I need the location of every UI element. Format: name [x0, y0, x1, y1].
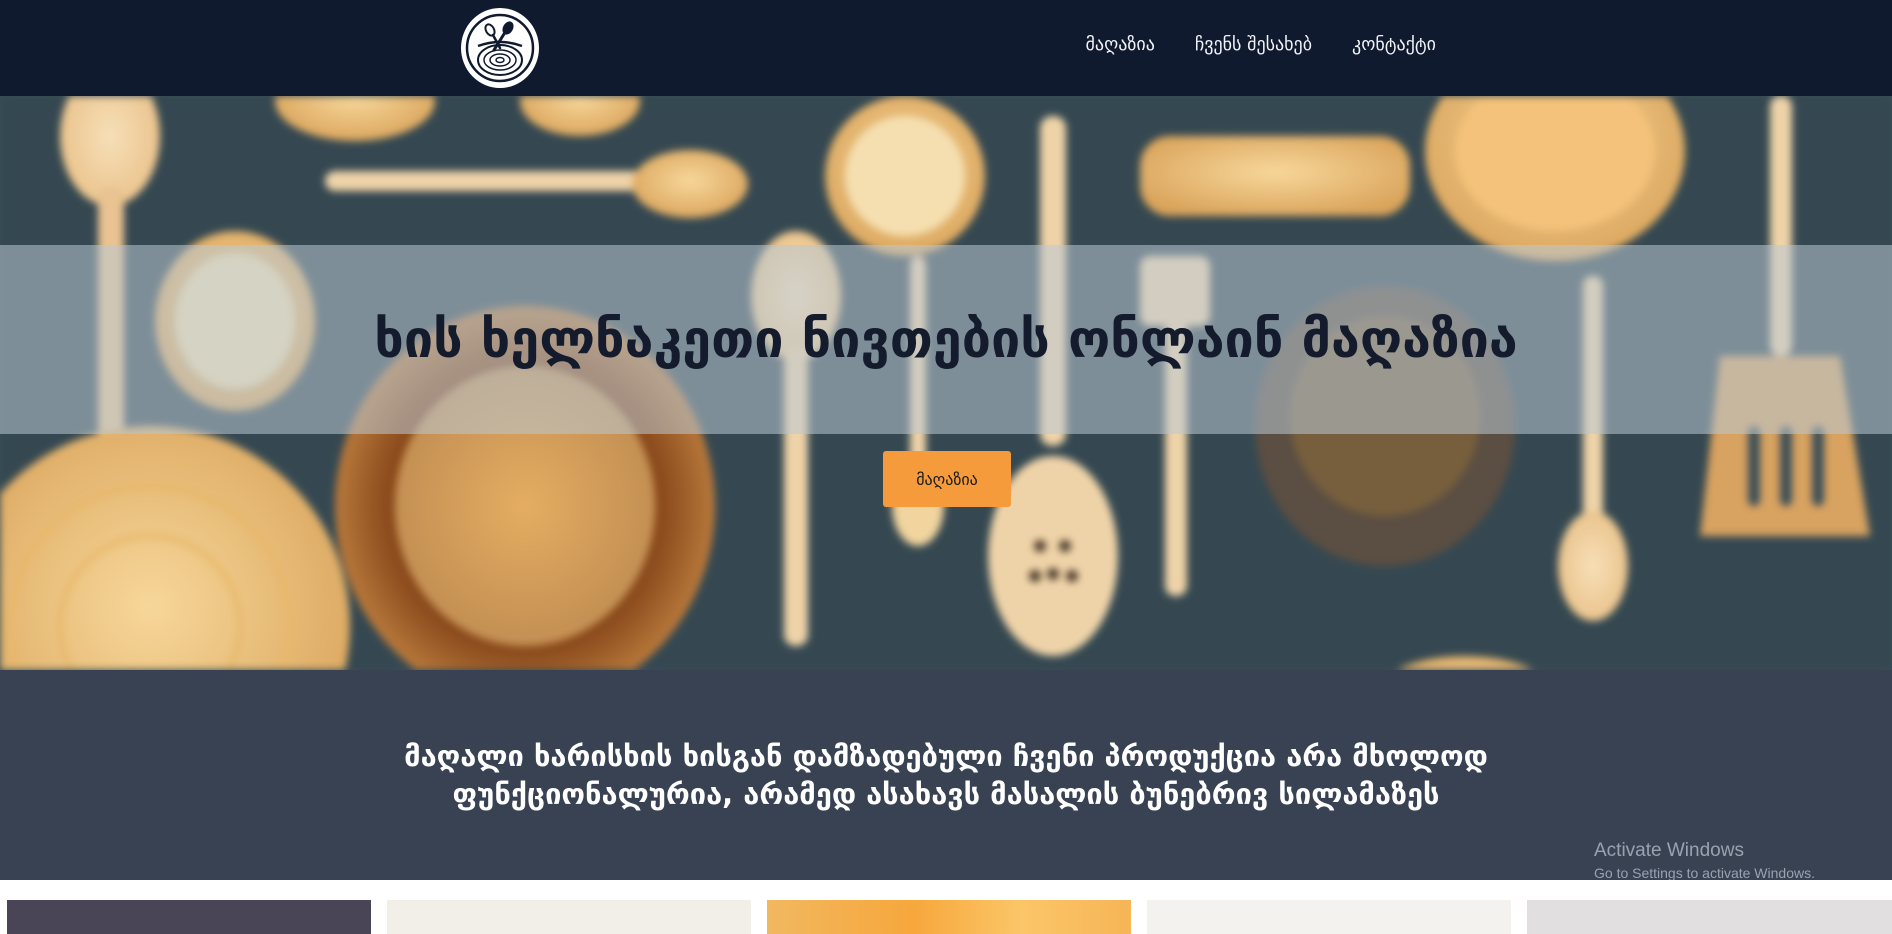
hero-shop-button[interactable]: მაღაზია [883, 451, 1011, 507]
watermark-title: Activate Windows [1594, 840, 1744, 861]
product-card-image[interactable] [1527, 900, 1892, 934]
tagline-text: მაღალი ხარისხის ხისგან დამზადებული ჩვენი… [0, 737, 1892, 813]
top-navbar: მაღაზია ჩვენს შესახებ კონტაქტი [0, 0, 1892, 96]
nav-link-contact[interactable]: კონტაქტი [1352, 34, 1436, 55]
nav-link-about[interactable]: ჩვენს შესახებ [1195, 34, 1312, 55]
main-nav: მაღაზია ჩვენს შესახებ კონტაქტი [1086, 34, 1436, 55]
hero-title: ხის ხელნაკეთი ნივთების ონლაინ მაღაზია [374, 309, 1518, 370]
tagline-section: მაღალი ხარისხის ხისგან დამზადებული ჩვენი… [0, 670, 1892, 881]
wood-bowl-spoon-logo-icon [465, 13, 535, 83]
product-card-image[interactable] [1147, 900, 1511, 934]
nav-link-shop[interactable]: მაღაზია [1086, 34, 1155, 55]
product-card-image[interactable] [7, 900, 371, 934]
watermark-subtitle: Go to Settings to activate Windows. [1594, 865, 1815, 881]
product-cards-row [0, 880, 1892, 934]
windows-activation-watermark: Activate Windows Go to Settings to activ… [1594, 840, 1815, 881]
site-logo[interactable] [461, 8, 539, 88]
tagline-line-2: ფუნქციონალურია, არამედ ასახავს მასალის ბ… [452, 777, 1440, 811]
product-card-image[interactable] [387, 900, 751, 934]
hero-title-band: ხის ხელნაკეთი ნივთების ონლაინ მაღაზია [0, 245, 1892, 434]
tagline-line-1: მაღალი ხარისხის ხისგან დამზადებული ჩვენი… [404, 739, 1488, 773]
product-card-image[interactable] [767, 900, 1131, 934]
hero-section: ხის ხელნაკეთი ნივთების ონლაინ მაღაზია მა… [0, 96, 1892, 670]
